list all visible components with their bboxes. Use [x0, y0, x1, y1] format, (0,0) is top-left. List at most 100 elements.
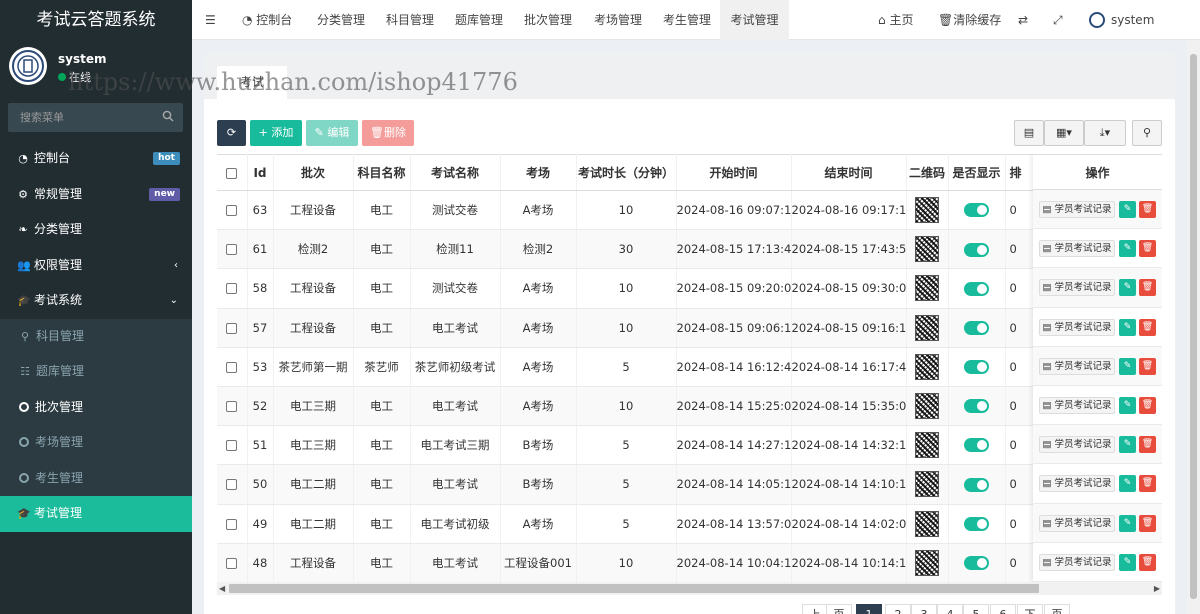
table-row[interactable]: 51 电工三期 电工 电工考试三期 B考场 5 2024-08-14 14:27:13 202…: [217, 425, 1162, 466]
search-toggle-button[interactable]: ⚲: [1132, 120, 1162, 146]
page-button[interactable]: 页: [1044, 604, 1070, 614]
exam-record-button[interactable]: ▤ 学员考试记录: [1039, 436, 1115, 454]
cell-qrcode[interactable]: [906, 268, 949, 309]
qrcode-image[interactable]: [915, 393, 939, 420]
horizontal-scrollbar[interactable]: ◀ ▶: [217, 582, 1162, 595]
row-checkbox-cell[interactable]: [217, 504, 248, 544]
search-input[interactable]: [8, 103, 158, 132]
topnav-subject[interactable]: 科目管理: [386, 0, 434, 40]
sidebar-subitem-exam[interactable]: 🎓 考试管理: [0, 496, 192, 532]
checkbox[interactable]: [226, 322, 238, 334]
table-row[interactable]: 58 工程设备 电工 测试交卷 A考场 10 2024-08-15 09:20:00 2024…: [217, 268, 1162, 309]
qrcode-image[interactable]: [915, 314, 939, 341]
cell-qrcode[interactable]: [906, 543, 949, 582]
row-edit-button[interactable]: ✎: [1119, 514, 1136, 532]
cell-qrcode[interactable]: [906, 308, 949, 348]
qrcode-image[interactable]: [915, 471, 939, 498]
page-button[interactable]: 6: [990, 604, 1016, 614]
topnav-exam-room[interactable]: 考场管理: [594, 0, 642, 40]
table-row[interactable]: 61 检测2 电工 检测11 检测2 30 2024-08-15 17:13:42 2024-…: [217, 229, 1162, 270]
row-delete-button[interactable]: 🗑: [1139, 553, 1156, 571]
row-edit-button[interactable]: ✎: [1119, 318, 1136, 336]
visible-toggle[interactable]: [964, 320, 989, 335]
translate-icon[interactable]: ⇄: [1018, 0, 1028, 40]
search-icon[interactable]: [162, 110, 174, 125]
col-exam-name[interactable]: 考试名称: [410, 154, 501, 191]
hamburger-icon[interactable]: ☰: [205, 0, 216, 40]
row-delete-button[interactable]: 🗑: [1139, 240, 1156, 258]
sidebar-item-general[interactable]: ⚙ 常规管理 new: [0, 177, 192, 213]
cell-qrcode[interactable]: [906, 386, 949, 427]
tab-exam[interactable]: 考试: [217, 66, 287, 99]
cell-qrcode[interactable]: [906, 229, 949, 270]
col-room[interactable]: 考场: [500, 154, 577, 191]
table-row[interactable]: 52 电工三期 电工 电工考试 A考场 10 2024-08-14 15:25:06 2024…: [217, 386, 1162, 427]
row-checkbox-cell[interactable]: [217, 268, 248, 309]
cell-qrcode[interactable]: [906, 190, 949, 231]
row-edit-button[interactable]: ✎: [1119, 357, 1136, 375]
exam-record-button[interactable]: ▤ 学员考试记录: [1039, 279, 1115, 297]
row-edit-button[interactable]: ✎: [1119, 436, 1136, 454]
row-delete-button[interactable]: 🗑: [1139, 475, 1156, 493]
exam-record-button[interactable]: ▤ 学员考试记录: [1039, 553, 1115, 571]
cell-visible[interactable]: [948, 464, 1006, 505]
toggle-view-button[interactable]: ▤: [1014, 120, 1044, 146]
page-button[interactable]: 2: [885, 604, 911, 614]
sidebar-subitem-question-bank[interactable]: ☷ 题库管理: [0, 354, 192, 390]
scroll-right-icon[interactable]: ▶: [1154, 582, 1160, 595]
qrcode-image[interactable]: [915, 549, 939, 576]
col-end[interactable]: 结束时间: [791, 154, 907, 191]
sidebar-subitem-batch[interactable]: 批次管理: [0, 389, 192, 425]
row-edit-button[interactable]: ✎: [1119, 475, 1136, 493]
visible-toggle[interactable]: [964, 556, 989, 571]
export-button[interactable]: ⤓▾: [1084, 120, 1126, 146]
visible-toggle[interactable]: [964, 399, 989, 414]
page-button[interactable]: 5: [963, 604, 989, 614]
cell-visible[interactable]: [948, 229, 1006, 270]
fullscreen-icon[interactable]: ⤢: [1053, 0, 1063, 40]
cell-visible[interactable]: [948, 190, 1006, 231]
edit-button[interactable]: ✎ 编辑: [306, 120, 358, 146]
exam-record-button[interactable]: ▤ 学员考试记录: [1039, 201, 1115, 218]
row-checkbox-cell[interactable]: [217, 464, 248, 505]
refresh-button[interactable]: ⟳: [217, 120, 246, 146]
checkbox[interactable]: [226, 205, 238, 217]
exam-record-button[interactable]: ▤ 学员考试记录: [1039, 240, 1115, 258]
cell-qrcode[interactable]: [906, 464, 949, 505]
visible-toggle[interactable]: [964, 360, 989, 375]
page-button[interactable]: 上: [802, 604, 828, 614]
page-button[interactable]: 页: [826, 604, 852, 614]
topnav-batch[interactable]: 批次管理: [524, 0, 572, 40]
cell-visible[interactable]: [948, 425, 1006, 466]
table-row[interactable]: 57 工程设备 电工 电工考试 A考场 10 2024-08-15 09:06:14 2024…: [217, 308, 1162, 348]
visible-toggle[interactable]: [964, 516, 989, 531]
scroll-left-icon[interactable]: ◀: [219, 582, 225, 595]
checkbox[interactable]: [226, 479, 238, 491]
checkbox[interactable]: [226, 361, 238, 373]
topnav-category[interactable]: 分类管理: [317, 0, 365, 40]
table-row[interactable]: 49 电工二期 电工 电工考试初级 A考场 5 2024-08-14 13:57:00 202…: [217, 504, 1162, 544]
cell-visible[interactable]: [948, 504, 1006, 544]
row-delete-button[interactable]: 🗑: [1139, 396, 1156, 414]
topnav-dashboard[interactable]: ◔ 控制台: [242, 0, 292, 40]
home-link[interactable]: ⌂ 主页: [878, 0, 913, 40]
delete-button[interactable]: 🗑删除: [362, 120, 414, 146]
row-checkbox-cell[interactable]: [217, 229, 248, 270]
row-checkbox-cell[interactable]: [217, 308, 248, 348]
exam-record-button[interactable]: ▤ 学员考试记录: [1039, 396, 1115, 414]
row-delete-button[interactable]: 🗑: [1139, 514, 1156, 532]
row-edit-button[interactable]: ✎: [1119, 396, 1136, 414]
qrcode-image[interactable]: [915, 236, 939, 263]
topnav-exam[interactable]: 考试管理: [720, 0, 789, 40]
scroll-thumb[interactable]: [1190, 54, 1197, 599]
cell-visible[interactable]: [948, 543, 1006, 582]
select-all-checkbox[interactable]: [217, 154, 248, 191]
sidebar-item-exam-system[interactable]: 🎓 考试系统 ⌄: [0, 283, 192, 319]
clear-cache-button[interactable]: 🗑清除缓存: [938, 0, 1001, 40]
cell-qrcode[interactable]: [906, 425, 949, 466]
visible-toggle[interactable]: [964, 438, 989, 453]
cell-visible[interactable]: [948, 347, 1006, 387]
table-row[interactable]: 50 电工二期 电工 电工考试 B考场 5 2024-08-14 14:05:14 2024-…: [217, 464, 1162, 505]
col-duration[interactable]: 考试时长（分钟）: [576, 154, 677, 191]
checkbox[interactable]: [226, 401, 238, 413]
